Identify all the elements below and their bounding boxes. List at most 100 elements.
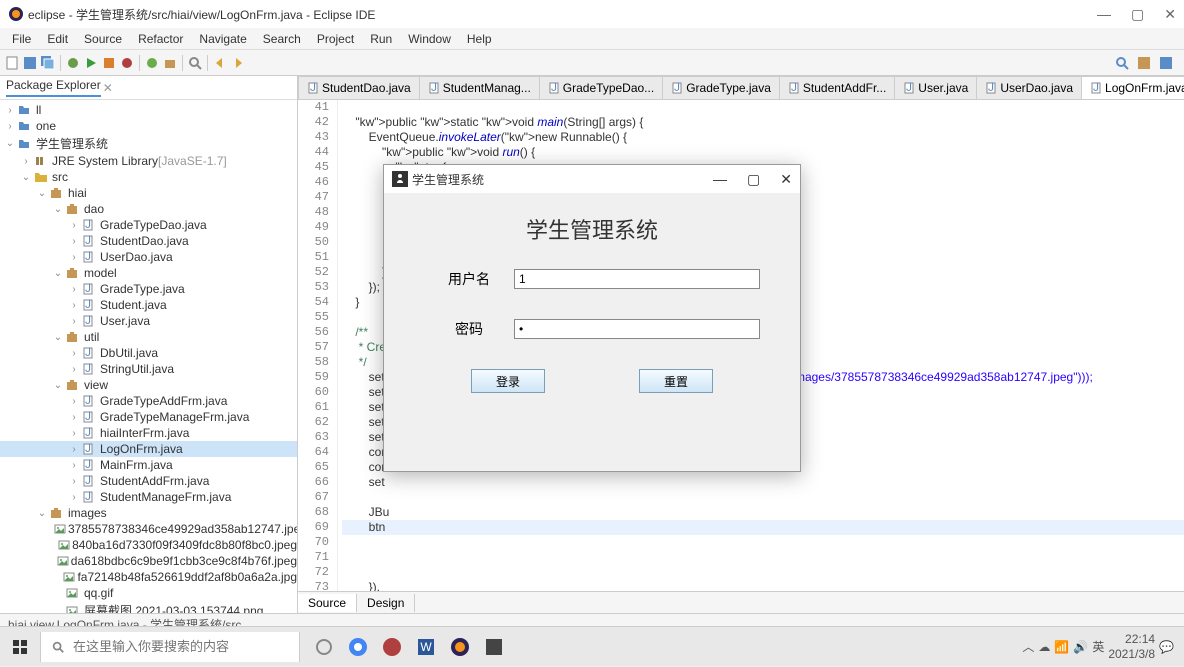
tree-item[interactable]: ›JGradeTypeDao.java xyxy=(0,217,297,233)
menu-edit[interactable]: Edit xyxy=(39,30,76,48)
reset-button[interactable]: 重置 xyxy=(639,369,713,393)
word-icon[interactable]: W xyxy=(412,633,440,661)
tree-item[interactable]: ›JUserDao.java xyxy=(0,249,297,265)
save-all-icon[interactable] xyxy=(40,55,56,71)
twist-icon[interactable]: › xyxy=(68,460,80,471)
tree-item[interactable]: ›JStudentManageFrm.java xyxy=(0,489,297,505)
twist-icon[interactable]: › xyxy=(20,156,32,167)
twist-icon[interactable]: ⌄ xyxy=(36,508,48,519)
tree-item[interactable]: ⌄images xyxy=(0,505,297,521)
tree-item[interactable]: ⌄view xyxy=(0,377,297,393)
tree-item[interactable]: ⌄src xyxy=(0,169,297,185)
tray-volume-icon[interactable]: 🔊 xyxy=(1073,640,1088,654)
twist-icon[interactable]: ⌄ xyxy=(4,138,16,149)
tray-wifi-icon[interactable]: 📶 xyxy=(1054,640,1069,654)
start-button[interactable] xyxy=(0,627,40,667)
file-tab[interactable]: JStudentAddFr... xyxy=(779,76,895,99)
tree-item[interactable]: ›JStudentDao.java xyxy=(0,233,297,249)
tree-item[interactable]: 屏幕截图 2021-03-03 153744.png xyxy=(0,601,297,613)
tray-notifications-icon[interactable]: 💬 xyxy=(1159,640,1174,654)
app2-icon[interactable] xyxy=(480,633,508,661)
twist-icon[interactable]: › xyxy=(68,364,80,375)
run-icon[interactable] xyxy=(83,55,99,71)
coverage-icon[interactable] xyxy=(101,55,117,71)
tree-item[interactable]: ⌄model xyxy=(0,265,297,281)
twist-icon[interactable]: › xyxy=(68,316,80,327)
tree-item[interactable]: ›JMainFrm.java xyxy=(0,457,297,473)
eclipse-task-icon[interactable] xyxy=(446,633,474,661)
ext-tools-icon[interactable] xyxy=(119,55,135,71)
twist-icon[interactable]: ⌄ xyxy=(36,188,48,199)
tree-item[interactable]: ›one xyxy=(0,118,297,134)
twist-icon[interactable]: ⌄ xyxy=(52,204,64,215)
tree-item[interactable]: da618bdbc6c9be9f1cbb3ce9c8f4b76f.jpeg xyxy=(0,553,297,569)
twist-icon[interactable]: ⌄ xyxy=(20,172,32,183)
username-input[interactable] xyxy=(514,269,760,289)
file-tab[interactable]: JStudentDao.java xyxy=(298,76,420,99)
new-icon[interactable] xyxy=(4,55,20,71)
tree-item[interactable]: 3785578738346ce49929ad358ab12747.jpeg xyxy=(0,521,297,537)
twist-icon[interactable]: › xyxy=(4,105,16,116)
twist-icon[interactable]: › xyxy=(4,121,16,132)
search-icon[interactable] xyxy=(187,55,203,71)
twist-icon[interactable]: › xyxy=(68,428,80,439)
tray-clock[interactable]: 22:14 2021/3/8 xyxy=(1108,632,1155,661)
back-icon[interactable] xyxy=(212,55,228,71)
taskbar-search-input[interactable] xyxy=(73,639,289,654)
tree-item[interactable]: ›JhiaiInterFrm.java xyxy=(0,425,297,441)
file-tab[interactable]: JUserDao.java xyxy=(976,76,1082,99)
tree-item[interactable]: ⌄学生管理系统 xyxy=(0,134,297,153)
tree-item[interactable]: ›JStudent.java xyxy=(0,297,297,313)
tray-ime-icon[interactable]: 英 xyxy=(1092,638,1104,655)
tree-item[interactable]: ›JDbUtil.java xyxy=(0,345,297,361)
menu-search[interactable]: Search xyxy=(255,30,309,48)
twist-icon[interactable]: ⌄ xyxy=(52,268,64,279)
design-tab[interactable]: Design xyxy=(357,594,415,612)
menu-refactor[interactable]: Refactor xyxy=(130,30,191,48)
tree-item[interactable]: ›JGradeTypeAddFrm.java xyxy=(0,393,297,409)
source-tab[interactable]: Source xyxy=(298,594,357,612)
chrome-icon[interactable] xyxy=(344,633,372,661)
twist-icon[interactable]: › xyxy=(68,236,80,247)
forward-icon[interactable] xyxy=(230,55,246,71)
file-tab[interactable]: JUser.java xyxy=(894,76,977,99)
tree-item[interactable]: ›JGradeType.java xyxy=(0,281,297,297)
tree-item[interactable]: ⌄dao xyxy=(0,201,297,217)
tree-item[interactable]: ›JUser.java xyxy=(0,313,297,329)
new-pkg-icon[interactable] xyxy=(162,55,178,71)
menu-navigate[interactable]: Navigate xyxy=(191,30,254,48)
tree-item[interactable]: ›JStudentAddFrm.java xyxy=(0,473,297,489)
file-tab[interactable]: JGradeType.java xyxy=(662,76,780,99)
menu-help[interactable]: Help xyxy=(459,30,500,48)
file-tab[interactable]: JLogOnFrm.java✕ xyxy=(1081,76,1184,99)
tree-item[interactable]: 840ba16d7330f09f3409fdc8b80f8bc0.jpeg xyxy=(0,537,297,553)
debug-icon[interactable] xyxy=(65,55,81,71)
perspective-open-icon[interactable] xyxy=(1158,55,1174,71)
tray-onedrive-icon[interactable]: ☁ xyxy=(1038,640,1050,654)
taskbar-search[interactable] xyxy=(40,632,300,662)
maximize-button[interactable]: ▢ xyxy=(1131,6,1144,23)
dialog-minimize-button[interactable]: — xyxy=(713,171,727,188)
tree-item[interactable]: ›ll xyxy=(0,102,297,118)
tree-item[interactable]: ⌄hiai xyxy=(0,185,297,201)
file-tab[interactable]: JStudentManag... xyxy=(419,76,540,99)
twist-icon[interactable]: › xyxy=(68,348,80,359)
menu-window[interactable]: Window xyxy=(400,30,459,48)
menu-source[interactable]: Source xyxy=(76,30,130,48)
twist-icon[interactable]: › xyxy=(68,284,80,295)
twist-icon[interactable]: › xyxy=(68,396,80,407)
tree-item[interactable]: qq.gif xyxy=(0,585,297,601)
menu-run[interactable]: Run xyxy=(362,30,400,48)
cortana-icon[interactable] xyxy=(310,633,338,661)
tray-chevron-icon[interactable]: ︿ xyxy=(1022,638,1034,655)
dialog-close-button[interactable]: ✕ xyxy=(780,171,792,188)
twist-icon[interactable]: ⌄ xyxy=(52,380,64,391)
file-tab[interactable]: JGradeTypeDao... xyxy=(539,76,663,99)
menu-file[interactable]: File xyxy=(4,30,39,48)
new-class-icon[interactable] xyxy=(144,55,160,71)
explorer-close-icon[interactable]: ✕ xyxy=(103,81,113,95)
twist-icon[interactable]: › xyxy=(68,300,80,311)
close-button[interactable]: ✕ xyxy=(1164,6,1176,23)
tree-item[interactable]: ⌄util xyxy=(0,329,297,345)
twist-icon[interactable]: › xyxy=(68,220,80,231)
